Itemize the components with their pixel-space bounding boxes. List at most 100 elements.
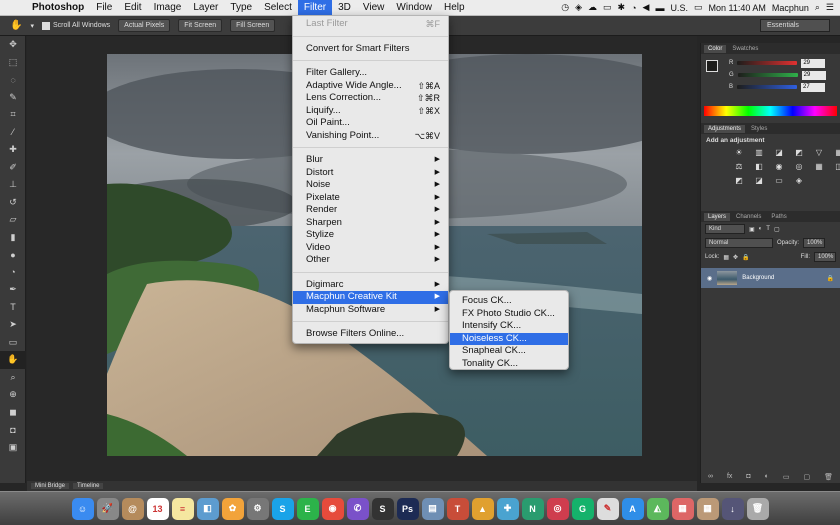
new-group-icon[interactable]: ▭: [783, 473, 790, 481]
menu-3d[interactable]: 3D: [332, 0, 357, 16]
rectangle-tool-icon[interactable]: ▭: [0, 334, 26, 352]
visibility-eye-icon[interactable]: ◉: [707, 275, 712, 282]
brightness-contrast-icon[interactable]: ☀: [733, 148, 745, 157]
submenu-item-tonality-ck[interactable]: Tonality CK...: [450, 358, 568, 371]
menu-item-adaptive-wide-angle[interactable]: Adaptive Wide Angle... ⇧⌘A: [293, 80, 448, 93]
history-brush-tool-icon[interactable]: ↺: [0, 194, 26, 212]
curves-icon[interactable]: ◪: [773, 148, 785, 157]
menu-type[interactable]: Type: [224, 0, 258, 16]
tab-mini-bridge[interactable]: Mini Bridge: [31, 483, 70, 489]
menu-view[interactable]: View: [357, 0, 391, 16]
path-selection-tool-icon[interactable]: ➤: [0, 316, 26, 334]
scroll-all-windows-checkbox[interactable]: Scroll All Windows: [41, 21, 110, 30]
new-adjustment-layer-icon[interactable]: ◐: [765, 473, 769, 481]
tab-color[interactable]: Color: [704, 44, 727, 53]
levels-icon[interactable]: ▥: [753, 148, 765, 157]
menu-item-macphun-software[interactable]: Macphun Software ▶: [293, 304, 448, 317]
menu-item-render[interactable]: Render ▶: [293, 204, 448, 217]
menu-item-convert-smart-filters[interactable]: Convert for Smart Filters: [293, 43, 448, 56]
cloud-icon[interactable]: ☁: [588, 2, 597, 13]
dock-evernote-icon[interactable]: E: [296, 497, 319, 520]
tab-layers[interactable]: Layers: [704, 212, 731, 221]
tab-paths[interactable]: Paths: [767, 213, 790, 221]
filter-adjustment-icon[interactable]: ◐: [759, 226, 763, 232]
marquee-tool-icon[interactable]: ⬚: [0, 54, 26, 72]
menu-select[interactable]: Select: [258, 0, 298, 16]
dock-document-2-icon[interactable]: ▦: [696, 497, 719, 520]
dock-photoshop-icon[interactable]: Ps: [396, 497, 419, 520]
menu-item-video[interactable]: Video ▶: [293, 242, 448, 255]
hue-saturation-icon[interactable]: ▦: [833, 148, 840, 157]
dock-document-1-icon[interactable]: ▦: [671, 497, 694, 520]
vibrance-icon[interactable]: ▽: [813, 148, 825, 157]
dropbox-icon[interactable]: ◈: [575, 2, 582, 13]
tab-channels[interactable]: Channels: [732, 213, 765, 221]
dock-downloads-icon[interactable]: ↓: [721, 497, 744, 520]
dock-viber-icon[interactable]: ✆: [346, 497, 369, 520]
filter-shape-icon[interactable]: ▢: [774, 226, 780, 233]
menu-item-pixelate[interactable]: Pixelate ▶: [293, 192, 448, 205]
invert-icon[interactable]: ◫: [833, 162, 840, 171]
eraser-tool-icon[interactable]: ▱: [0, 211, 26, 229]
dock-finder-icon[interactable]: ☺: [71, 497, 94, 520]
layer-background[interactable]: ◉ Background 🔒: [701, 268, 840, 288]
menu-window[interactable]: Window: [390, 0, 438, 16]
airplay-icon[interactable]: ▭: [603, 2, 612, 13]
dock-sublime-icon[interactable]: S: [371, 497, 394, 520]
dodge-tool-icon[interactable]: ◔: [0, 264, 26, 282]
dock-script-editor-icon[interactable]: ✎: [596, 497, 619, 520]
menu-image[interactable]: Image: [148, 0, 188, 16]
submenu-item-focus-ck[interactable]: Focus CK...: [450, 295, 568, 308]
threshold-icon[interactable]: ◪: [753, 176, 765, 185]
bluetooth-icon[interactable]: ✱: [618, 2, 626, 13]
dock-intensify-icon[interactable]: ▲: [471, 497, 494, 520]
photo-filter-icon[interactable]: ◉: [773, 162, 785, 171]
filter-pixel-icon[interactable]: ▣: [749, 226, 755, 233]
dock-app-store-icon[interactable]: A: [621, 497, 644, 520]
blur-tool-icon[interactable]: ●: [0, 246, 26, 264]
actual-pixels-button[interactable]: Actual Pixels: [118, 19, 171, 32]
zoom-tool-icon[interactable]: ⌕: [0, 369, 26, 387]
type-tool-icon[interactable]: T: [0, 299, 26, 317]
dock-photos-icon[interactable]: ✿: [221, 497, 244, 520]
tab-styles[interactable]: Styles: [747, 125, 771, 133]
color-swatch-icon[interactable]: ◼: [0, 404, 26, 422]
menu-item-liquify[interactable]: Liquify... ⇧⌘X: [293, 105, 448, 118]
menu-item-blur[interactable]: Blur ▶: [293, 154, 448, 167]
tool-preset-dropdown[interactable]: ▾: [30, 22, 34, 30]
menu-item-other[interactable]: Other ▶: [293, 254, 448, 267]
lasso-tool-icon[interactable]: ◌: [0, 71, 26, 89]
delete-layer-icon[interactable]: 🗑: [824, 473, 833, 481]
tab-adjustments[interactable]: Adjustments: [704, 124, 746, 133]
battery-icon[interactable]: ▭: [694, 2, 703, 13]
menu-layer[interactable]: Layer: [187, 0, 224, 16]
dock-skype-icon[interactable]: S: [271, 497, 294, 520]
slider-r-track[interactable]: [737, 61, 798, 65]
healing-brush-tool-icon[interactable]: ✚: [0, 141, 26, 159]
black-white-icon[interactable]: ◧: [753, 162, 765, 171]
dock-launchpad-icon[interactable]: 🚀: [96, 497, 119, 520]
blend-mode-dropdown[interactable]: Normal: [705, 238, 773, 248]
dock-system-preferences-icon[interactable]: ⚙: [246, 497, 269, 520]
layer-style-icon[interactable]: fx: [727, 473, 732, 481]
dock-maps-icon[interactable]: ◭: [646, 497, 669, 520]
time-machine-icon[interactable]: ◷: [561, 2, 569, 13]
color-lookup-icon[interactable]: ▦: [813, 162, 825, 171]
dock-contacts-icon[interactable]: @: [121, 497, 144, 520]
foreground-color-swatch[interactable]: [706, 60, 718, 72]
menu-item-distort[interactable]: Distort ▶: [293, 167, 448, 180]
fill-screen-button[interactable]: Fill Screen: [230, 19, 276, 32]
menu-item-oil-paint[interactable]: Oil Paint...: [293, 117, 448, 130]
submenu-item-intensify-ck[interactable]: Intensify CK...: [450, 320, 568, 333]
menu-item-vanishing-point[interactable]: Vanishing Point... ⌥⌘V: [293, 130, 448, 143]
wifi-icon[interactable]: ◔: [631, 3, 636, 13]
layer-filter-kind-dropdown[interactable]: Kind: [705, 224, 745, 234]
slider-b-value[interactable]: 27: [801, 82, 826, 92]
quick-selection-tool-icon[interactable]: ✎: [0, 89, 26, 107]
menu-item-stylize[interactable]: Stylize ▶: [293, 229, 448, 242]
fit-screen-button[interactable]: Fit Screen: [178, 19, 223, 32]
gradient-tool-icon[interactable]: ▮: [0, 229, 26, 247]
brush-tool-icon[interactable]: ✐: [0, 159, 26, 177]
slider-g-track[interactable]: [737, 73, 798, 77]
menu-item-digimarc[interactable]: Digimarc ▶: [293, 279, 448, 292]
